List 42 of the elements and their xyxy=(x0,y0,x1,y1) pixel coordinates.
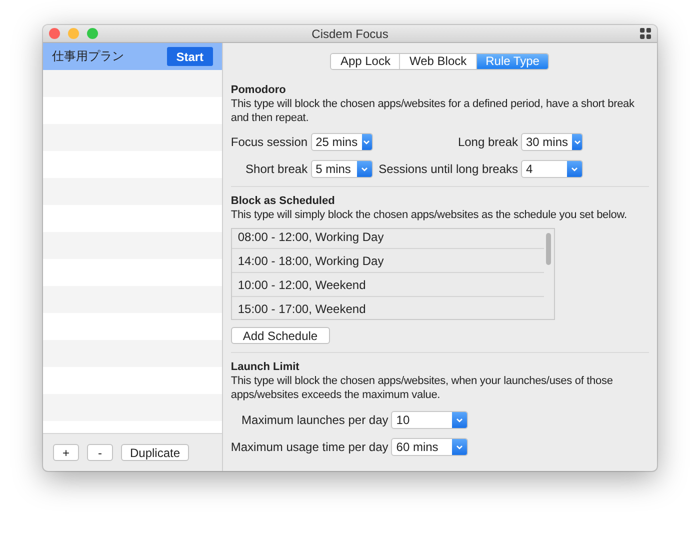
setting-label: Maximum launches per day xyxy=(240,413,388,427)
popup-field[interactable]: 4 xyxy=(521,160,583,178)
schedule-row[interactable]: 08:00 - 12:00, Working Day xyxy=(232,229,544,249)
segment-tab[interactable]: App Lock xyxy=(331,54,400,69)
schedule-row[interactable]: 14:00 - 18:00, Working Day xyxy=(232,249,544,273)
schedule-row[interactable]: 15:00 - 17:00, Weekend xyxy=(232,297,544,319)
schedule-row[interactable]: 10:00 - 12:00, Weekend xyxy=(232,273,544,297)
minimize-button[interactable] xyxy=(68,28,79,39)
section-title: Block as Scheduled xyxy=(230,195,336,207)
chevron-icon xyxy=(360,166,368,172)
chevron-icon xyxy=(363,140,370,144)
setting-label: Sessions until long breaks xyxy=(378,162,518,176)
duplicate-button[interactable]: Duplicate xyxy=(121,444,190,461)
grid-icon[interactable] xyxy=(640,28,651,39)
start-button[interactable]: Start xyxy=(166,47,213,66)
zoom-button[interactable] xyxy=(87,28,98,39)
chevron-icon xyxy=(574,140,581,144)
popup-field[interactable]: 5 mins xyxy=(310,160,373,178)
setting-label: Long break xyxy=(456,135,518,149)
window-title: Cisdem Focus xyxy=(312,26,388,40)
close-button[interactable] xyxy=(49,28,60,39)
add-schedule-button[interactable]: Add Schedule xyxy=(230,327,330,344)
popup-field[interactable]: 30 mins xyxy=(521,133,583,151)
popup-field[interactable]: 25 mins xyxy=(310,133,373,151)
setting-label: Focus session xyxy=(230,135,308,149)
add-button[interactable]: + xyxy=(53,444,79,461)
section-description: This type will block the chosen apps/websites for a defined period, have a short break and then repeat. xyxy=(230,97,636,125)
popup-field[interactable]: 60 mins xyxy=(391,438,468,456)
scrollbar-thumb[interactable] xyxy=(546,233,552,265)
setting-label: Maximum usage time per day xyxy=(230,440,388,454)
section-description: This type will block the chosen apps/websites, when your launches/uses of those apps/websites exceeds the maximum value. xyxy=(230,374,614,402)
chevron-icon xyxy=(456,444,464,450)
plan-name: 仕事用プラン xyxy=(52,48,125,65)
remove-button[interactable]: - xyxy=(87,444,113,461)
section-title: Pomodoro xyxy=(230,84,287,96)
plan-row[interactable]: 仕事用プラン Start xyxy=(43,43,222,70)
chevron-icon xyxy=(571,166,578,172)
section-description: This type will simply block the chosen apps/websites as the schedule you set below. xyxy=(230,208,628,222)
popup-field[interactable]: 10 xyxy=(391,411,468,429)
section-title: Launch Limit xyxy=(230,361,300,373)
chevron-icon xyxy=(456,418,464,422)
setting-label: Short break xyxy=(244,162,308,176)
